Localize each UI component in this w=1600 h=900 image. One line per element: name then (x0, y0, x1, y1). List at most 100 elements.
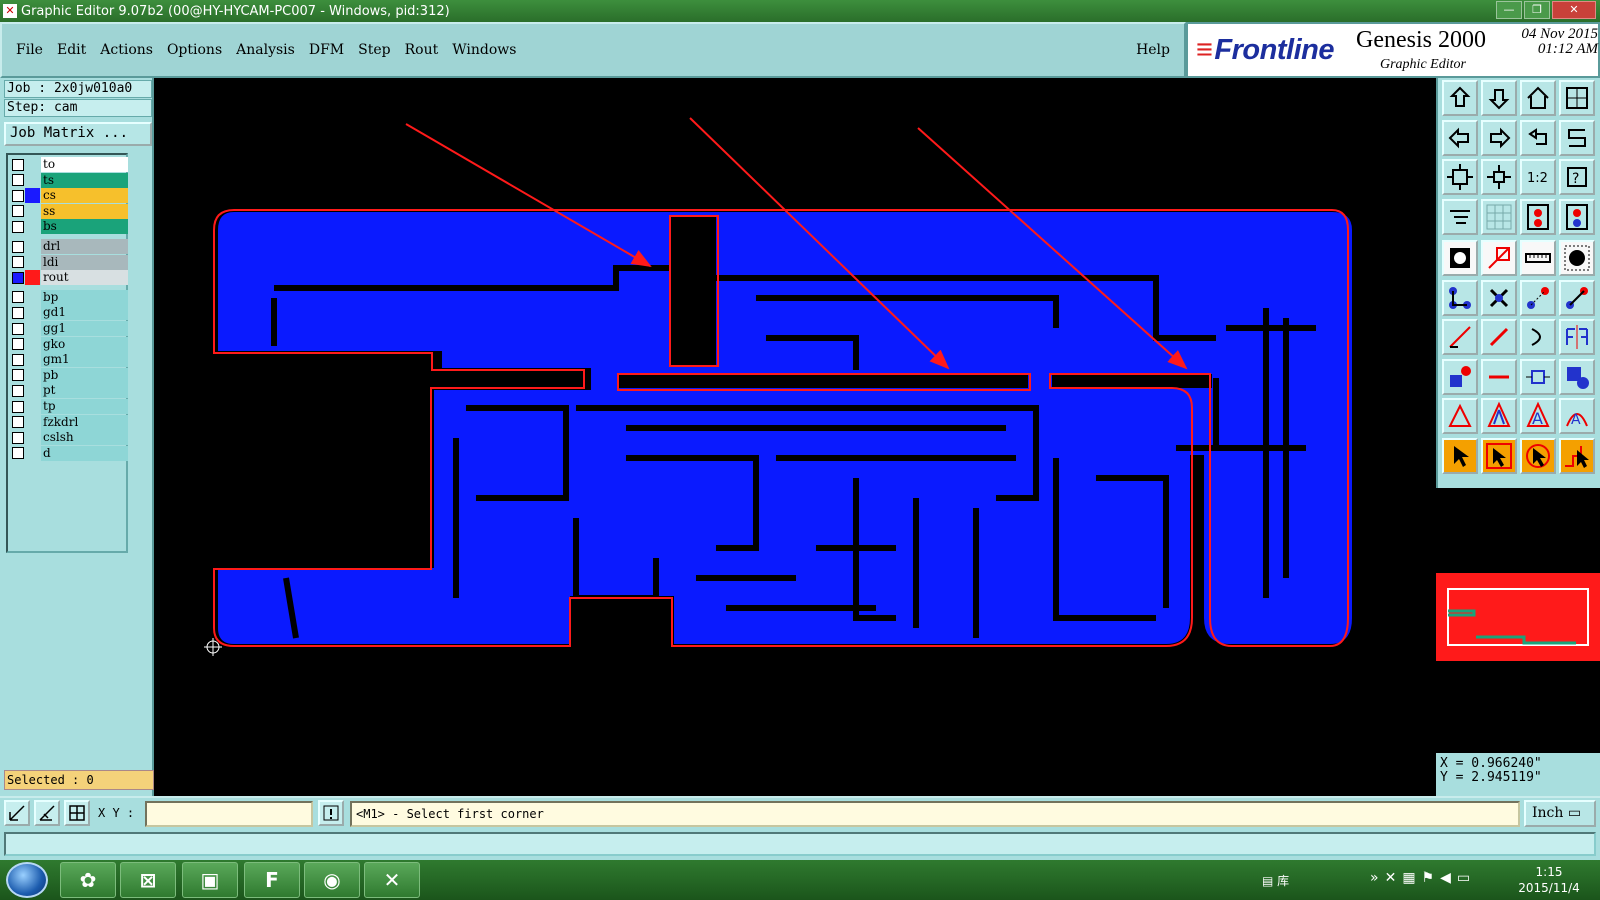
tray-library[interactable]: ▤ 库 (1262, 872, 1289, 889)
layer-row-bp[interactable]: bp (10, 289, 128, 305)
taskbar-clock[interactable]: 1:15 2015/11/4 (1514, 864, 1584, 896)
layer-row-bs[interactable]: bs (10, 219, 128, 235)
layer-checkbox[interactable] (12, 220, 24, 233)
scale-1-2-button[interactable]: 1:2 (1520, 159, 1556, 195)
ruler-button[interactable] (1520, 240, 1556, 276)
menu-dfm[interactable]: DFM (309, 42, 344, 58)
pointer-path-button[interactable] (1559, 437, 1595, 474)
layer-checkbox[interactable] (12, 322, 24, 335)
snap-button[interactable] (4, 800, 30, 826)
tray-expand-icon[interactable]: » (1370, 870, 1385, 886)
select-net-button[interactable] (1481, 240, 1517, 276)
undo-view-button[interactable] (1520, 119, 1556, 156)
draw-segment-button[interactable] (1481, 319, 1517, 355)
menu-windows[interactable]: Windows (452, 42, 516, 58)
snap-magnet-button[interactable] (1442, 198, 1478, 235)
menu-edit[interactable]: Edit (57, 42, 86, 58)
layer-row-rout[interactable]: rout (10, 270, 128, 286)
tray-flag-icon[interactable]: ⚑ (1422, 870, 1441, 886)
layer-row-cs[interactable]: cs (10, 188, 128, 204)
layer-checkbox[interactable] (12, 431, 24, 444)
pad-dot-button[interactable] (1559, 240, 1595, 276)
zoom-home-button[interactable] (1481, 159, 1517, 195)
layer-row-pt[interactable]: pt (10, 383, 128, 399)
triangle-a-button[interactable] (1481, 398, 1517, 434)
layer-checkbox[interactable] (12, 205, 24, 218)
page-up-button[interactable] (1442, 80, 1478, 116)
measure-button[interactable] (34, 800, 60, 826)
taskbar-save-app[interactable]: ▣ (182, 862, 238, 898)
tray-display-icon[interactable]: ▭ (1457, 870, 1476, 886)
mirror-button[interactable] (1559, 319, 1595, 355)
page-left-button[interactable] (1442, 119, 1478, 156)
tray-network-icon[interactable]: ▦ (1402, 870, 1421, 886)
help-button[interactable]: ? (1559, 159, 1595, 195)
taskbar-genesis-app[interactable]: ✕ (364, 862, 420, 898)
cross-nodes-button[interactable] (1481, 279, 1517, 316)
layer-checkbox[interactable] (12, 174, 24, 187)
menu-actions[interactable]: Actions (100, 42, 153, 58)
home-button[interactable] (1520, 80, 1556, 116)
layer-checkbox[interactable] (12, 271, 24, 284)
taskbar-frontline-app[interactable]: F (244, 862, 300, 898)
layer-row-ts[interactable]: ts (10, 172, 128, 188)
start-button-icon[interactable] (6, 862, 48, 898)
layer-checkbox[interactable] (12, 400, 24, 413)
taskbar-shell-app[interactable]: ✿ (60, 862, 116, 898)
layer-row-fzkdrl[interactable]: fzkdrl (10, 414, 128, 430)
xy-input[interactable] (145, 801, 313, 827)
graphic-canvas[interactable] (156, 78, 1436, 796)
layer-checkbox[interactable] (12, 384, 24, 397)
page-down-button[interactable] (1481, 80, 1517, 116)
menu-step[interactable]: Step (358, 42, 390, 58)
text-arc-button[interactable]: A (1559, 398, 1595, 434)
triangle-button[interactable] (1442, 398, 1478, 434)
layer-row-gg1[interactable]: gg1 (10, 321, 128, 336)
maximize-button[interactable]: ❐ (1524, 1, 1550, 19)
layer-checkbox[interactable] (12, 240, 24, 253)
pointer-button[interactable] (1442, 437, 1478, 474)
pointer-box-button[interactable] (1481, 437, 1517, 474)
minimize-button[interactable]: — (1496, 1, 1522, 19)
units-selector[interactable]: Inch ▭ (1524, 800, 1596, 827)
move-node-button[interactable] (1520, 279, 1556, 316)
layer-row-drl[interactable]: drl (10, 239, 128, 254)
text-a-button[interactable]: A (1520, 398, 1556, 434)
layer-row-gm1[interactable]: gm1 (10, 352, 128, 368)
layer-checkbox[interactable] (12, 416, 24, 429)
layer-checkbox[interactable] (12, 338, 24, 351)
layer-checkbox[interactable] (12, 353, 24, 366)
layer-row-tp[interactable]: tp (10, 399, 128, 414)
layer-row-d[interactable]: d (10, 445, 128, 461)
add-bar-button[interactable] (1481, 358, 1517, 395)
layer-row-gko[interactable]: gko (10, 336, 128, 352)
taskbar-eye-app[interactable]: ◉ (304, 862, 360, 898)
layer-row-gd1[interactable]: gd1 (10, 305, 128, 321)
layers-blue-button[interactable] (1559, 198, 1595, 235)
job-matrix-button[interactable]: Job Matrix ... (4, 122, 152, 146)
measure-pad-button[interactable] (1520, 358, 1556, 395)
layer-checkbox[interactable] (12, 306, 24, 319)
select-pad-button[interactable] (1442, 240, 1478, 276)
redraw-button[interactable] (1559, 119, 1595, 156)
draw-line-button[interactable] (1442, 319, 1478, 355)
zoom-fit-button[interactable] (1442, 159, 1478, 195)
layer-checkbox[interactable] (12, 447, 24, 460)
taskbar-excel-app[interactable]: ⊠ (120, 862, 176, 898)
grid-button[interactable] (64, 800, 90, 826)
menu-options[interactable]: Options (167, 42, 222, 58)
connect-nodes-button[interactable] (1442, 279, 1478, 316)
add-pad-button[interactable] (1442, 358, 1478, 395)
tray-volume-icon[interactable]: ◀ (1440, 870, 1457, 886)
overview-minimap[interactable] (1436, 573, 1600, 661)
pointer-circle-button[interactable] (1520, 437, 1556, 474)
copy-pads-button[interactable] (1559, 358, 1595, 395)
close-button[interactable]: ✕ (1552, 1, 1596, 19)
menu-rout[interactable]: Rout (405, 42, 439, 58)
info-button[interactable] (318, 800, 344, 826)
route-node-button[interactable] (1559, 279, 1595, 316)
layer-checkbox[interactable] (12, 189, 24, 202)
layer-checkbox[interactable] (12, 369, 24, 382)
layer-checkbox[interactable] (12, 256, 24, 269)
layer-checkbox[interactable] (12, 158, 24, 171)
